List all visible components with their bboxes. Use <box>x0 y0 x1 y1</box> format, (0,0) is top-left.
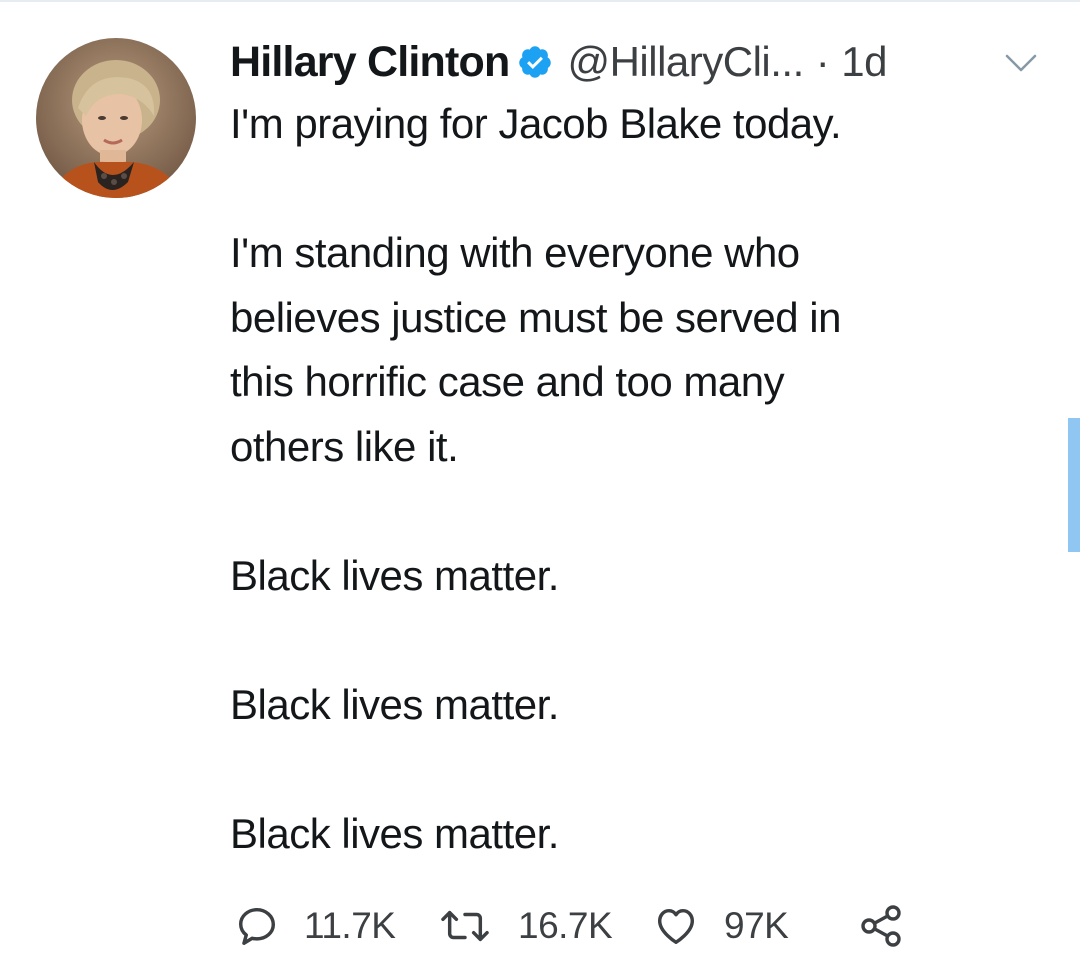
line-break <box>230 608 1010 673</box>
author-handle[interactable]: @HillaryCli... <box>567 38 804 86</box>
tweet-line: Black lives matter. <box>230 809 559 857</box>
tweet-line: Black lives matter. <box>230 551 559 599</box>
tweet-line: others like it. <box>230 422 459 470</box>
tweet-actions: 11.7K 16.7K 97K <box>234 898 906 954</box>
share-icon <box>858 902 906 950</box>
retweet-button[interactable]: 16.7K <box>440 903 652 949</box>
line-break <box>230 737 1010 802</box>
tweet-text: I'm praying for Jacob Blake today. I'm s… <box>230 92 1010 866</box>
top-divider <box>0 0 1080 2</box>
author-name[interactable]: Hillary Clinton <box>230 38 510 87</box>
tweet-line: this horrific case and too many <box>230 358 785 405</box>
reply-button[interactable]: 11.7K <box>234 903 440 949</box>
separator-dot: · <box>815 38 830 85</box>
tweet-header: Hillary Clinton @HillaryCli... · 1d <box>230 34 887 90</box>
like-count: 97K <box>724 905 789 946</box>
reply-icon <box>234 903 280 949</box>
retweet-count: 16.7K <box>518 905 613 946</box>
like-button[interactable]: 97K <box>652 903 858 949</box>
chevron-down-icon[interactable] <box>1003 48 1039 76</box>
avatar[interactable] <box>36 38 196 198</box>
line-break <box>230 479 1010 544</box>
tweet-line: believes justice must be served in <box>230 293 841 341</box>
tweet-line: I'm praying for Jacob Blake today. <box>230 100 842 147</box>
timestamp[interactable]: 1d <box>841 38 887 86</box>
reply-count: 11.7K <box>304 905 396 946</box>
verified-badge-icon <box>517 44 553 80</box>
share-button[interactable] <box>858 902 906 950</box>
tweet-line: I'm standing with everyone who <box>230 229 800 276</box>
scroll-indicator[interactable] <box>1068 418 1080 552</box>
tweet-line: Black lives matter. <box>230 680 559 728</box>
line-break <box>230 157 1010 222</box>
profile-photo <box>36 38 196 198</box>
retweet-icon <box>440 903 490 949</box>
heart-icon <box>652 903 700 949</box>
